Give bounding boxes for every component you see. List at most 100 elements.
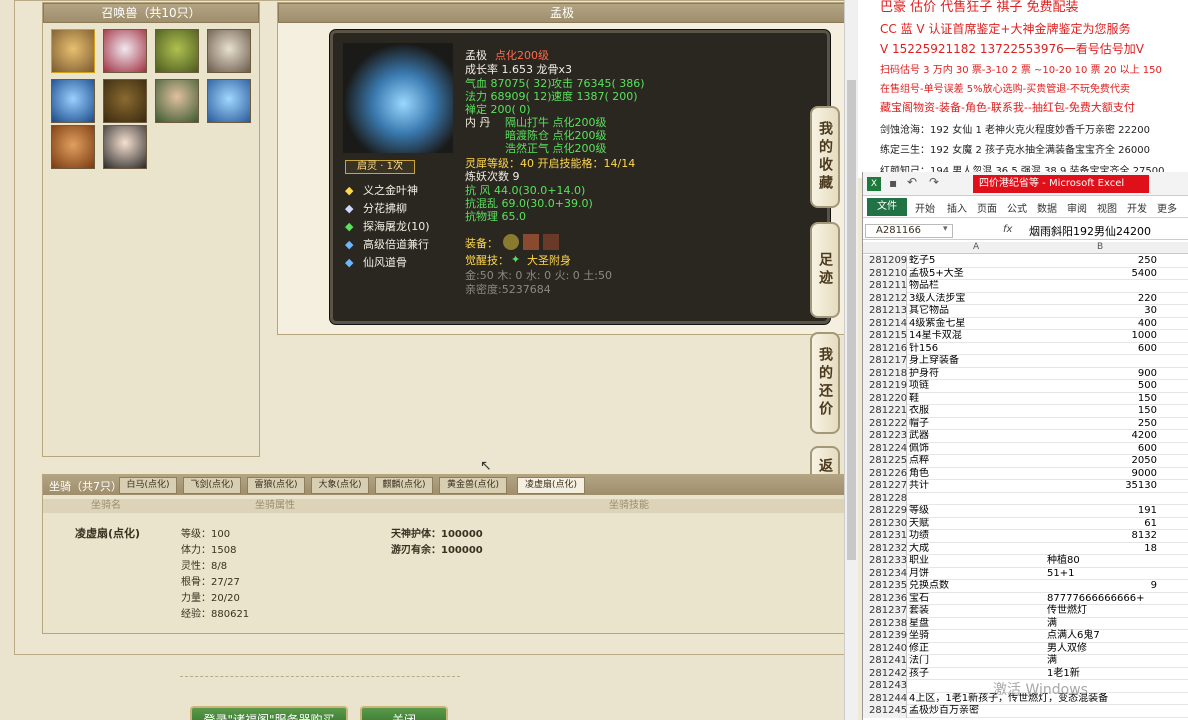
mount-tab-4[interactable]: 大象(点化)	[311, 477, 369, 494]
awaken-skill[interactable]: 大圣附身	[527, 254, 571, 267]
sheet-row[interactable]: 281232 大成 18	[863, 542, 1188, 555]
skill-icon-4[interactable]: ◆	[345, 238, 353, 251]
cell-b[interactable]: 191	[1047, 505, 1157, 517]
cell-a[interactable]: 孟极炒百万亲密	[909, 705, 1045, 717]
cell-a[interactable]: 针156	[909, 343, 1045, 355]
cell-b[interactable]: 2050	[1047, 455, 1157, 467]
cell-b[interactable]: 87777666666666+	[1047, 593, 1157, 605]
mount-tab-6[interactable]: 黄金兽(点化)	[439, 477, 507, 494]
sheet-row[interactable]: 281226 角色 9000	[863, 467, 1188, 480]
ribbon-tab-more[interactable]: 更多	[1157, 200, 1177, 215]
cell-b[interactable]: 500	[1047, 380, 1157, 392]
equip-icon-1[interactable]	[503, 234, 519, 250]
cell-a[interactable]: 套装	[909, 605, 1045, 617]
save-icon[interactable]: ▪	[889, 176, 897, 190]
sheet-row[interactable]: 281221 衣服 150	[863, 405, 1188, 418]
ribbon-tab-data[interactable]: 数据	[1037, 200, 1057, 215]
row-number[interactable]: 281215	[863, 330, 907, 343]
mount-tab-1[interactable]: 白马(点化)	[119, 477, 177, 494]
sheet-row[interactable]: 281237 套装 传世燃灯	[863, 605, 1188, 618]
pet-thumb-10[interactable]	[103, 125, 147, 169]
skill-icon-2[interactable]: ◆	[345, 202, 353, 215]
pet-thumb-5[interactable]	[51, 79, 95, 123]
cell-b[interactable]: 4200	[1047, 430, 1157, 442]
sheet-row[interactable]: 281214 4级紫金七星 400	[863, 317, 1188, 330]
cell-b[interactable]: 传世燃灯	[1047, 605, 1157, 617]
row-number[interactable]: 281241	[863, 655, 907, 668]
cell-a[interactable]: 天赋	[909, 518, 1045, 530]
sheet-row[interactable]: 281216 针156 600	[863, 342, 1188, 355]
pet-thumb-6[interactable]	[103, 79, 147, 123]
cell-a[interactable]: 虼子5	[909, 255, 1045, 267]
cell-a[interactable]: 修正	[909, 643, 1045, 655]
skill-4[interactable]: 高级倍道兼行	[363, 238, 429, 251]
ribbon-tab-formula[interactable]: 公式	[1007, 200, 1027, 215]
cell-a[interactable]: 坐骑	[909, 630, 1045, 642]
sheet-grid[interactable]: 281209 虼子5 250 281210 孟极5+大圣 5400 281211 物品栏 281…	[863, 255, 1188, 720]
sheet-row[interactable]: 281228	[863, 492, 1188, 505]
favorites-button[interactable]: 我的收藏	[810, 106, 840, 208]
ribbon-tab-home[interactable]: 开始	[915, 200, 935, 215]
row-number[interactable]: 281214	[863, 317, 907, 330]
cell-a[interactable]: 星盘	[909, 618, 1045, 630]
row-number[interactable]: 281224	[863, 442, 907, 455]
row-number[interactable]: 281222	[863, 417, 907, 430]
cell-b[interactable]: 男人双修	[1047, 643, 1157, 655]
cell-b[interactable]: 9000	[1047, 468, 1157, 480]
sheet-row[interactable]: 281245 孟极炒百万亲密	[863, 705, 1188, 718]
sheet-row[interactable]: 281227 共计 35130	[863, 480, 1188, 493]
row-number[interactable]: 281227	[863, 480, 907, 493]
mount-tab-2[interactable]: 飞剑(点化)	[183, 477, 241, 494]
cell-a[interactable]: 4级紫金七星	[909, 318, 1045, 330]
sheet-row[interactable]: 281236 宝石 87777666666666+	[863, 592, 1188, 605]
row-number[interactable]: 281235	[863, 580, 907, 593]
namebox-dropdown-icon[interactable]: ▾	[943, 224, 948, 234]
sheet-row[interactable]: 281229 等级 191	[863, 505, 1188, 518]
skill-icon-3[interactable]: ◆	[345, 220, 353, 233]
sheet-row[interactable]: 281217 身上穿装备	[863, 355, 1188, 368]
cell-a[interactable]: 3级人法步宝	[909, 293, 1045, 305]
pet-thumb-4[interactable]	[207, 29, 251, 73]
cell-a[interactable]: 共计	[909, 480, 1045, 492]
sheet-row[interactable]: 281222 帽子 250	[863, 417, 1188, 430]
row-number[interactable]: 281243	[863, 680, 907, 693]
cell-a[interactable]: 孩子	[909, 668, 1045, 680]
name-box[interactable]: A281166	[865, 224, 953, 238]
sheet-row[interactable]: 281209 虼子5 250	[863, 255, 1188, 268]
row-number[interactable]: 281228	[863, 492, 907, 505]
pet-thumb-7[interactable]	[155, 79, 199, 123]
row-number[interactable]: 281221	[863, 405, 907, 418]
sheet-row[interactable]: 281238 星盘满	[863, 617, 1188, 630]
undo-icon[interactable]: ↶	[907, 175, 917, 189]
ribbon-tab-page[interactable]: 页面	[977, 200, 997, 215]
row-number[interactable]: 281220	[863, 392, 907, 405]
sheet-row[interactable]: 281210 孟极5+大圣 5400	[863, 267, 1188, 280]
row-number[interactable]: 281226	[863, 467, 907, 480]
row-number[interactable]: 281242	[863, 667, 907, 680]
row-number[interactable]: 281229	[863, 505, 907, 518]
pet-thumb-8[interactable]	[207, 79, 251, 123]
pet-thumb-2[interactable]	[103, 29, 147, 73]
row-number[interactable]: 281245	[863, 705, 907, 718]
cell-a[interactable]: 项链	[909, 380, 1045, 392]
sheet-row[interactable]: 281231 功绩 8132	[863, 530, 1188, 543]
sheet-row[interactable]: 281220 鞋 150	[863, 392, 1188, 405]
cell-a[interactable]: 其它物品	[909, 305, 1045, 317]
cell-b[interactable]: 8132	[1047, 530, 1157, 542]
sheet-row[interactable]: 281219 项链 500	[863, 380, 1188, 393]
row-number[interactable]: 281223	[863, 430, 907, 443]
footprint-button[interactable]: 足迹	[810, 222, 840, 318]
ribbon-tab-insert[interactable]: 插入	[947, 200, 967, 215]
cell-b[interactable]: 51+1	[1047, 568, 1157, 580]
sheet-row[interactable]: 281241 法门满	[863, 655, 1188, 668]
cell-a[interactable]: 衣服	[909, 405, 1045, 417]
cell-b[interactable]: 150	[1047, 405, 1157, 417]
cell-b[interactable]: 35130	[1047, 480, 1157, 492]
ribbon-tab-file[interactable]: 文件	[867, 198, 907, 216]
row-number[interactable]: 281237	[863, 605, 907, 618]
sheet-row[interactable]: 281230 天赋 61	[863, 517, 1188, 530]
cell-b[interactable]: 满	[1047, 618, 1157, 630]
cell-b[interactable]: 900	[1047, 368, 1157, 380]
equip-icon-3[interactable]	[543, 234, 559, 250]
skill-icon-5[interactable]: ◆	[345, 256, 353, 269]
